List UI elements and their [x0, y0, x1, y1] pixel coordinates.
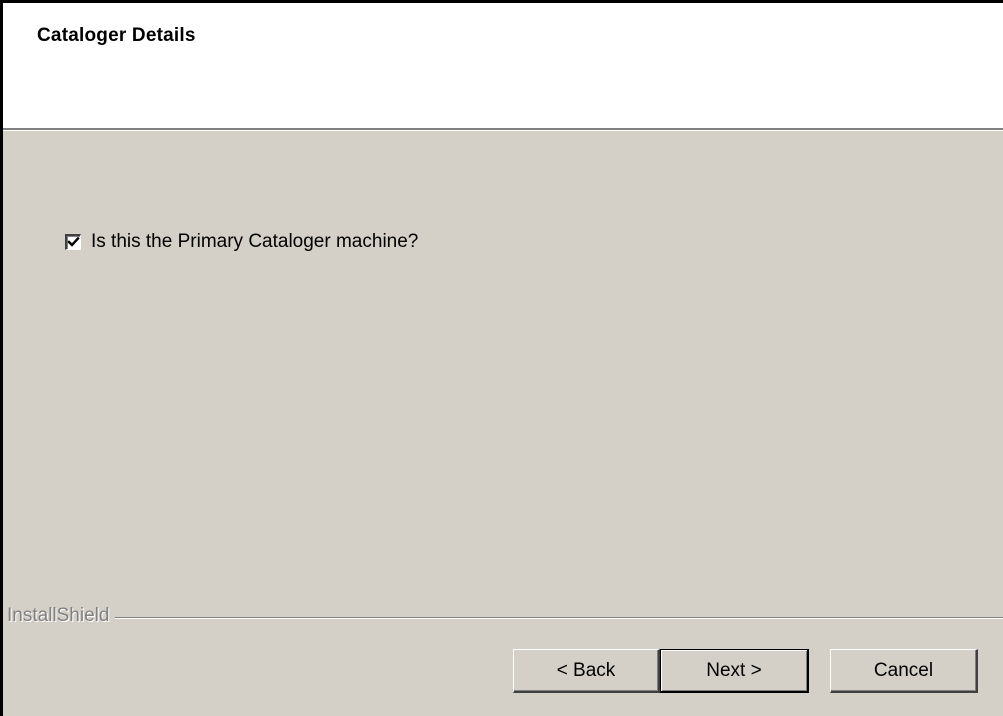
- dialog-header: Cataloger Details: [3, 3, 1003, 128]
- primary-cataloger-label[interactable]: Is this the Primary Cataloger machine?: [91, 231, 418, 253]
- primary-cataloger-option[interactable]: Is this the Primary Cataloger machine?: [65, 231, 418, 253]
- installshield-brand-label: InstallShield: [7, 605, 116, 627]
- back-button[interactable]: < Back: [513, 649, 660, 693]
- page-title: Cataloger Details: [37, 25, 196, 46]
- installer-dialog: Cataloger Details Is this the Primary Ca…: [0, 0, 1003, 716]
- next-button[interactable]: Next >: [660, 649, 809, 693]
- check-icon: [67, 236, 80, 247]
- cancel-button[interactable]: Cancel: [830, 649, 978, 693]
- primary-cataloger-checkbox[interactable]: [65, 234, 81, 250]
- branding-line-highlight: [7, 618, 1003, 619]
- header-divider-highlight: [3, 130, 1003, 131]
- branding-separator: InstallShield: [3, 605, 1003, 629]
